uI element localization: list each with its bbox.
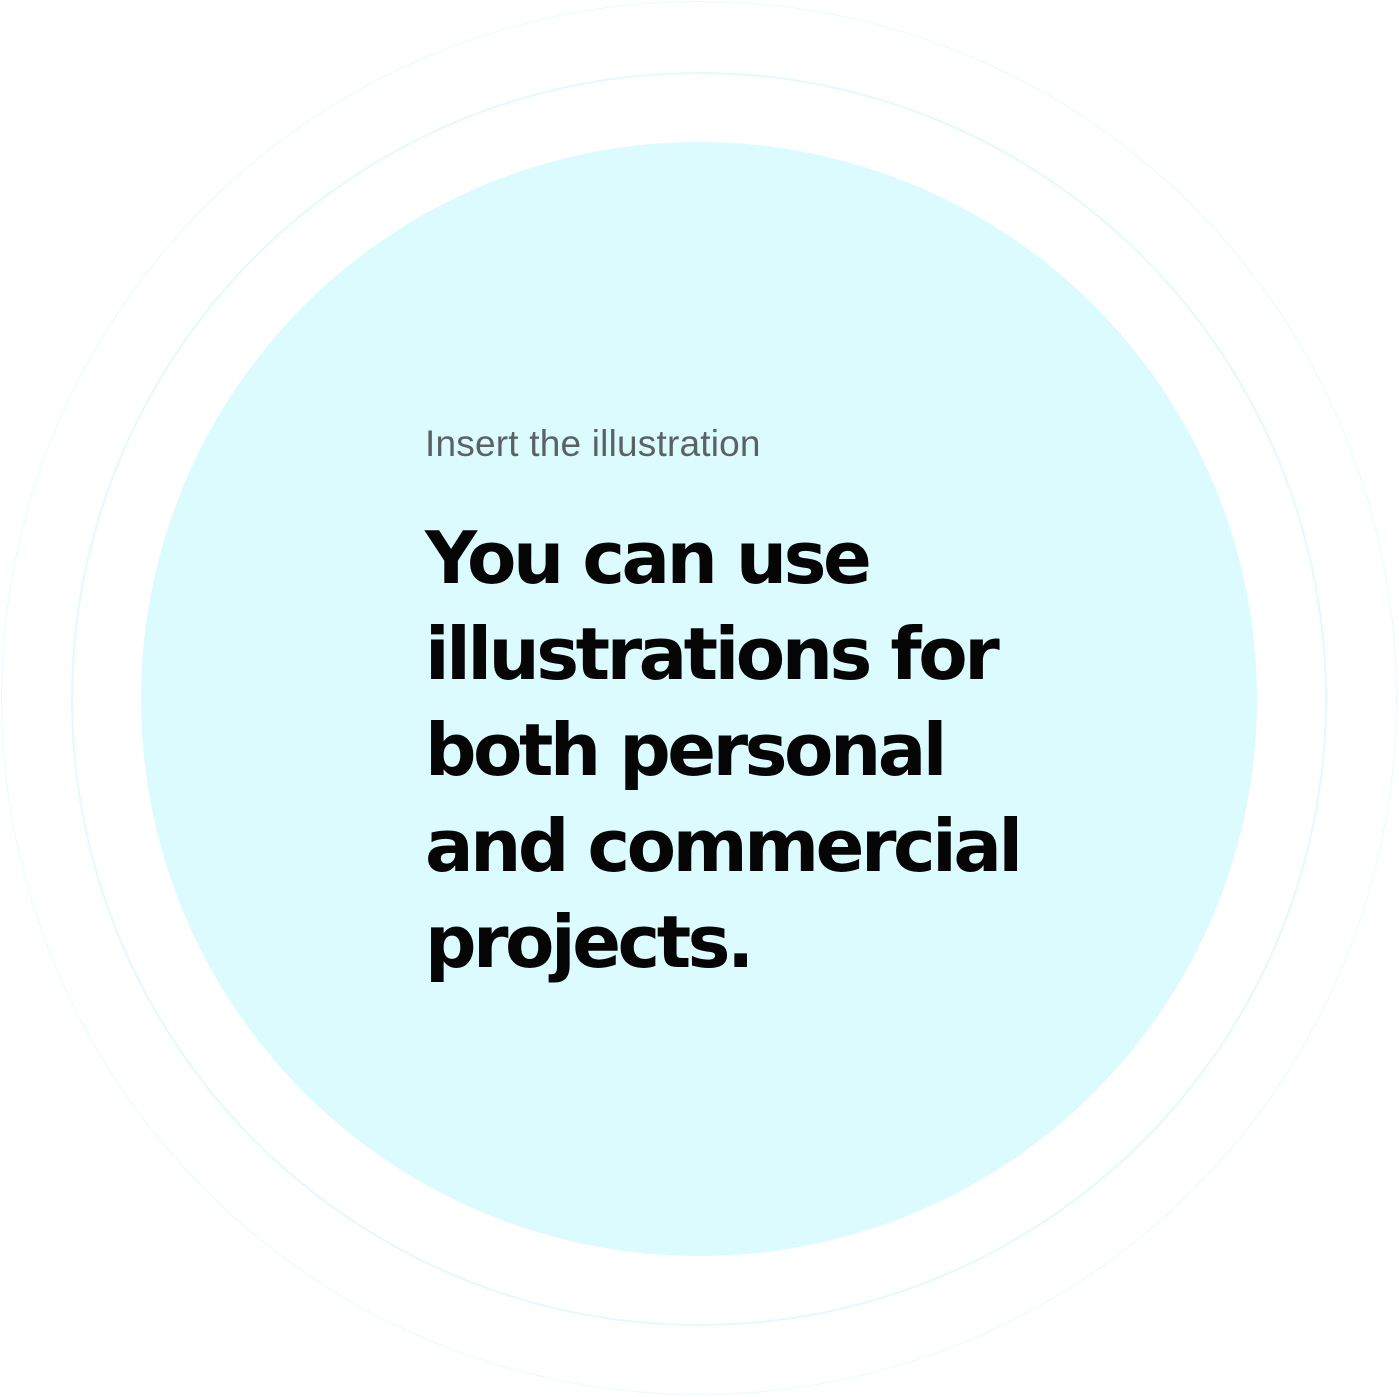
headline: You can use illustrations for both perso… [425, 510, 1045, 990]
headline-line: You can use [425, 516, 872, 600]
headline-line: illustrations for [425, 612, 1000, 696]
headline-line: both personal [425, 708, 947, 792]
headline-line: projects. [425, 900, 754, 984]
text-block: Insert the illustration You can use illu… [425, 418, 1045, 990]
headline-line: and commercial [425, 804, 1023, 888]
eyebrow-text: Insert the illustration [425, 423, 761, 464]
